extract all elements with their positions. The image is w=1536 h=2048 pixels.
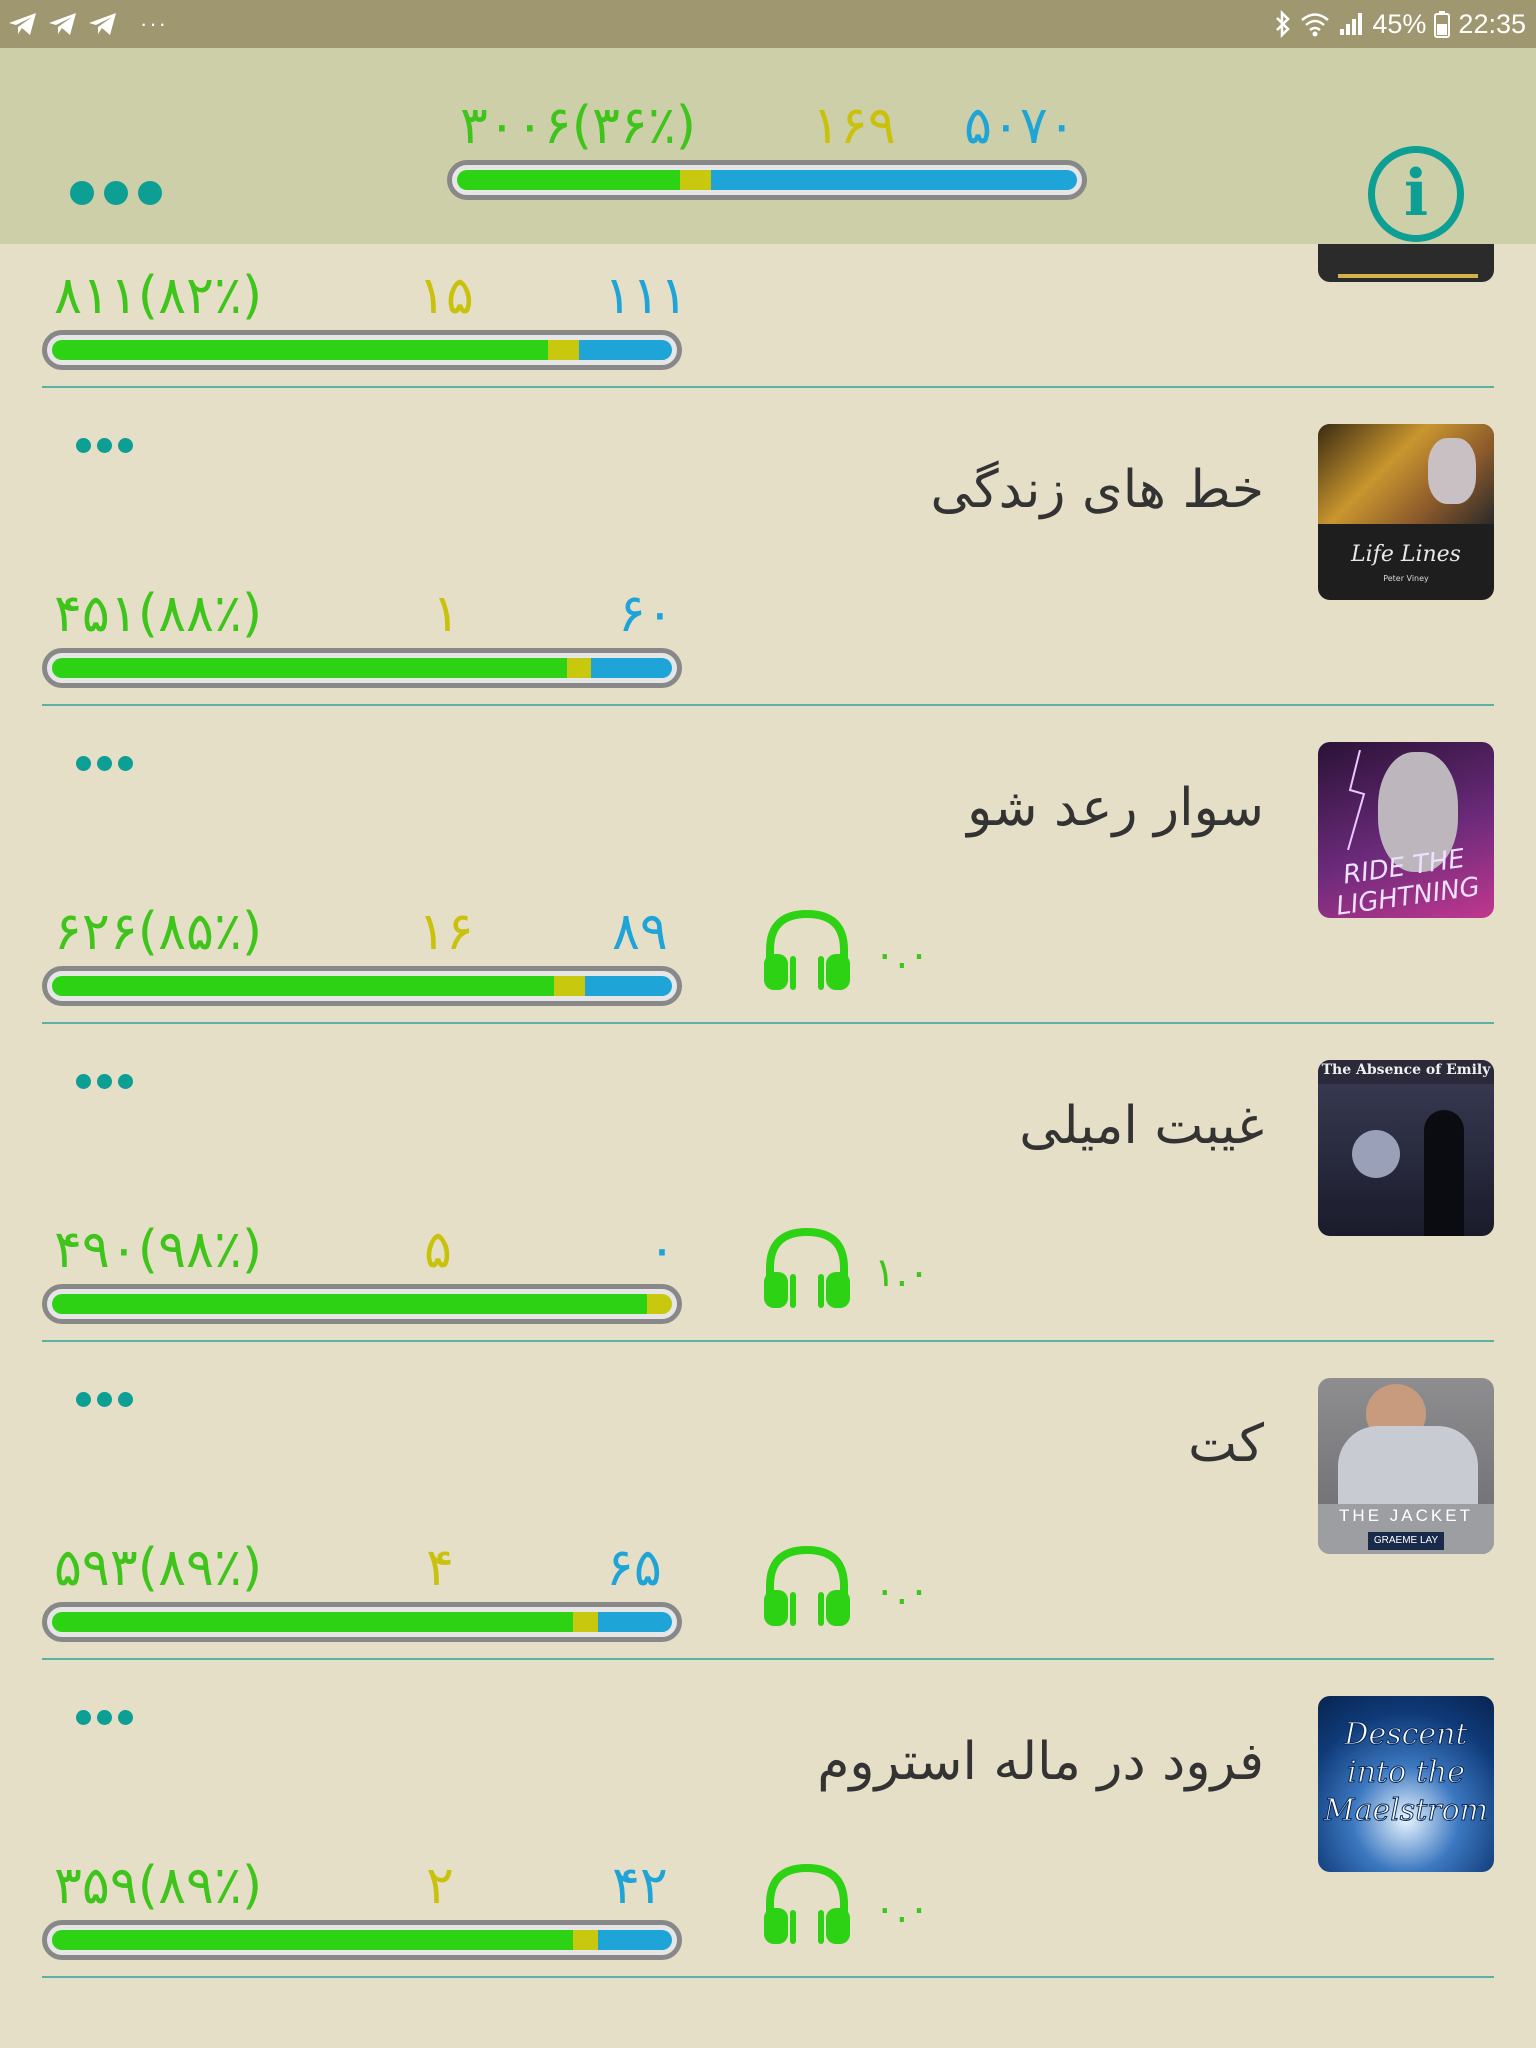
audio-rating: ۰.۰	[874, 1886, 930, 1932]
list-item[interactable]: The Absence of Emily غیبت امیلی ۴۹۰(۹۸٪)…	[0, 1024, 1536, 1342]
book-title[interactable]: غیبت امیلی	[1019, 1096, 1264, 1156]
clock: 22:35	[1458, 8, 1526, 39]
audio-rating: ۰.۰	[874, 1568, 930, 1614]
new-count: ۴۲	[612, 1856, 668, 1916]
battery-icon	[1434, 11, 1451, 38]
book-cover: Descent into the Maelstrom	[1318, 1696, 1494, 1872]
battery-percent: 45%	[1372, 8, 1427, 39]
known-count: ۴۵۱(۸۸٪)	[54, 584, 263, 644]
list-item[interactable]: ۸۱۱(۸۲٪) ۱۵ ۱۱۱	[0, 244, 1536, 388]
book-cover: THE JACKET GRAEME LAY	[1318, 1378, 1494, 1554]
divider	[42, 1976, 1494, 1978]
telegram-icon	[9, 13, 36, 35]
audio-rating: ۱.۰	[874, 1250, 930, 1296]
new-count: ۸۹	[612, 902, 668, 962]
book-progress-bar	[42, 1920, 682, 1960]
learning-count: ۵	[424, 1220, 452, 1280]
new-count: ۶۰	[618, 584, 674, 644]
book-progress-bar	[42, 648, 682, 688]
total-known-count: ۳۰۰۶(۳۶٪)	[460, 96, 697, 156]
total-learning-count: ۱۶۹	[812, 96, 896, 156]
book-cover: RIDE THE LIGHTNING	[1318, 742, 1494, 918]
more-notifications: ···	[140, 11, 168, 36]
headphones-icon[interactable]	[762, 1224, 852, 1310]
book-title[interactable]: کت	[1188, 1414, 1264, 1474]
signal-icon	[1340, 13, 1363, 35]
new-count: ۱۱۱	[604, 266, 688, 326]
telegram-icon	[89, 13, 116, 35]
list-item[interactable]: Descent into the Maelstrom فرود در ماله …	[0, 1660, 1536, 1978]
total-progress-bar	[447, 160, 1087, 200]
telegram-icon	[49, 13, 76, 35]
wifi-icon	[1301, 13, 1330, 37]
book-title[interactable]: سوار رعد شو	[967, 778, 1264, 838]
book-list: ۸۱۱(۸۲٪) ۱۵ ۱۱۱ Life Lines Peter Viney خ…	[0, 244, 1536, 2048]
list-item[interactable]: THE JACKET GRAEME LAY کت ۵۹۳(۸۹٪) ۴ ۶۵ ۰…	[0, 1342, 1536, 1660]
list-item[interactable]: Life Lines Peter Viney خط های زندگی ۴۵۱(…	[0, 388, 1536, 706]
headphones-icon[interactable]	[762, 906, 852, 992]
book-cover	[1318, 244, 1494, 282]
audio-rating: ۰.۰	[874, 932, 930, 978]
headphones-icon[interactable]	[762, 1542, 852, 1628]
book-progress-bar	[42, 1284, 682, 1324]
list-item[interactable]: RIDE THE LIGHTNING سوار رعد شو ۶۲۶(۸۵٪) …	[0, 706, 1536, 1024]
headphones-icon[interactable]	[762, 1860, 852, 1946]
book-cover: The Absence of Emily	[1318, 1060, 1494, 1236]
known-count: ۶۲۶(۸۵٪)	[54, 902, 263, 962]
book-progress-bar	[42, 966, 682, 1006]
app-header: ۳۰۰۶(۳۶٪) ۱۶۹ ۵۰۷۰ i	[0, 48, 1536, 244]
bluetooth-icon	[1276, 10, 1291, 38]
info-icon[interactable]: i	[1368, 146, 1464, 242]
known-count: ۸۱۱(۸۲٪)	[54, 266, 263, 326]
book-title[interactable]: فرود در ماله استروم	[817, 1732, 1264, 1792]
more-horizontal-icon[interactable]	[76, 438, 136, 454]
status-bar: ··· 45% 22:35	[0, 0, 1536, 48]
new-count: ۶۵	[606, 1538, 662, 1598]
more-horizontal-icon[interactable]	[76, 1710, 136, 1726]
notification-icons: ···	[8, 8, 168, 40]
known-count: ۳۵۹(۸۹٪)	[54, 1856, 263, 1916]
more-horizontal-icon[interactable]	[76, 1074, 136, 1090]
learning-count: ۱	[432, 584, 460, 644]
learning-count: ۱۵	[418, 266, 474, 326]
book-progress-bar	[42, 330, 682, 370]
book-cover: Life Lines Peter Viney	[1318, 424, 1494, 600]
more-horizontal-icon[interactable]	[76, 1392, 136, 1408]
known-count: ۴۹۰(۹۸٪)	[54, 1220, 263, 1280]
more-horizontal-icon[interactable]	[76, 756, 136, 772]
known-count: ۵۹۳(۸۹٪)	[54, 1538, 263, 1598]
learning-count: ۴	[426, 1538, 454, 1598]
new-count: ۰	[648, 1220, 676, 1280]
total-new-count: ۵۰۷۰	[964, 96, 1076, 156]
book-progress-bar	[42, 1602, 682, 1642]
learning-count: ۱۶	[418, 902, 474, 962]
learning-count: ۲	[426, 1856, 454, 1916]
more-horizontal-icon[interactable]	[70, 173, 170, 213]
book-title[interactable]: خط های زندگی	[930, 460, 1264, 520]
